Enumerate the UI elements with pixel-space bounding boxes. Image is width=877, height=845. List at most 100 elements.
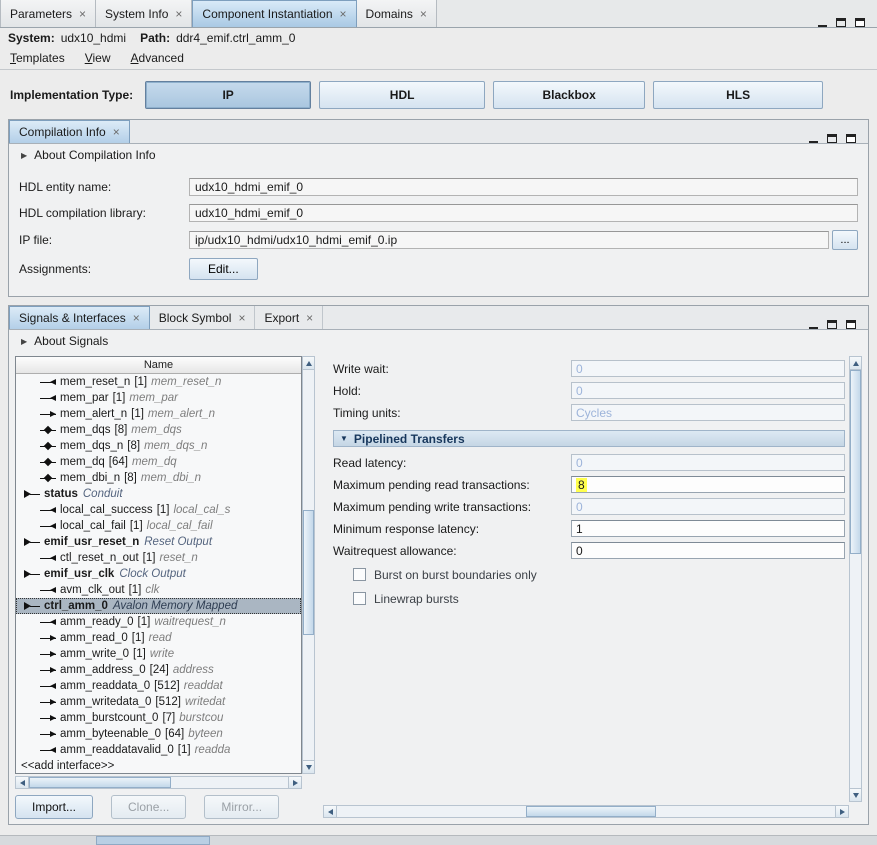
about-compilation-info-toggle[interactable]: ▶ About Compilation Info [9,144,868,166]
tab-export[interactable]: Export× [255,306,323,329]
maximum-pending-write-transactions-field[interactable]: 0 [571,498,845,515]
write-wait-field[interactable]: 0 [571,360,845,377]
import-button[interactable]: Import... [15,795,93,819]
scrollbar-track[interactable] [850,370,861,788]
tree-row-amm-byteenable-0[interactable]: amm_byteenable_0[64]byteen [16,726,301,742]
minimize-icon[interactable] [809,135,818,143]
maximum-pending-read-transactions-field[interactable]: 8 [571,476,845,493]
about-signals-toggle[interactable]: ▶ About Signals [9,330,868,352]
tab-component-instantiation[interactable]: Component Instantiation× [192,0,356,27]
tree-row-local-cal-success[interactable]: local_cal_success[1]local_cal_s [16,502,301,518]
tab-domains[interactable]: Domains× [357,0,437,27]
minimum-response-latency-field[interactable]: 1 [571,520,845,537]
minimize-icon[interactable] [818,19,827,27]
detach-icon[interactable] [836,18,846,27]
tab-system-info[interactable]: System Info× [96,0,192,27]
maximize-icon[interactable] [846,134,856,143]
scroll-up-button[interactable] [850,357,861,370]
timing-units-field[interactable]: Cycles [571,404,845,421]
scrollbar-track[interactable] [337,806,835,817]
browse-button[interactable]: ... [832,230,858,250]
maximize-icon[interactable] [855,18,865,27]
tab-close-icon[interactable]: × [113,126,120,138]
impl-type-ip-button[interactable]: IP [145,81,311,109]
tab-close-icon[interactable]: × [238,312,245,324]
burst-on-burst-boundaries-only-checkbox[interactable] [353,568,366,581]
waitrequest-allowance-field[interactable]: 0 [571,542,845,559]
maximize-icon[interactable] [846,320,856,329]
tree-add-interface-row[interactable]: <<add interface>> [16,758,301,773]
tree-row-status[interactable]: statusConduit [16,486,301,502]
menu-view[interactable]: View [85,51,111,65]
tree-row-mem-alert-n[interactable]: mem_alert_n[1]mem_alert_n [16,406,301,422]
tab-close-icon[interactable]: × [133,312,140,324]
tab-parameters[interactable]: Parameters× [0,0,96,27]
tree-name-column-header[interactable]: Name [16,357,301,374]
tree-row-mem-dq[interactable]: mem_dq[64]mem_dq [16,454,301,470]
tab-close-icon[interactable]: × [79,8,86,20]
tree-row-local-cal-fail[interactable]: local_cal_fail[1]local_cal_fail [16,518,301,534]
tree-row-mem-reset-n[interactable]: mem_reset_n[1]mem_reset_n [16,374,301,390]
tree-row-amm-readdatavalid-0[interactable]: amm_readdatavalid_0[1]readda [16,742,301,758]
edit-button[interactable]: Edit... [189,258,258,280]
outer-horizontal-scrollbar[interactable] [0,835,877,845]
tab-close-icon[interactable]: × [306,312,313,324]
tree-row-mem-dqs[interactable]: mem_dqs[8]mem_dqs [16,422,301,438]
tree-row-mem-dbi-n[interactable]: mem_dbi_n[8]mem_dbi_n [16,470,301,486]
tree-row-amm-burstcount-0[interactable]: amm_burstcount_0[7]burstcou [16,710,301,726]
scroll-down-button[interactable] [850,788,861,801]
tab-signals-interfaces[interactable]: Signals & Interfaces× [9,306,150,329]
impl-type-blackbox-button[interactable]: Blackbox [493,81,645,109]
tree-row-amm-read-0[interactable]: amm_read_0[1]read [16,630,301,646]
properties-vertical-scrollbar[interactable] [849,356,862,802]
tree-row-emif-usr-reset-n[interactable]: emif_usr_reset_nReset Output [16,534,301,550]
tree-horizontal-scrollbar[interactable] [15,776,302,789]
scrollbar-thumb[interactable] [96,836,210,845]
scroll-left-button[interactable] [324,806,337,817]
detach-icon[interactable] [827,134,837,143]
scroll-down-button[interactable] [303,760,314,773]
hdl-entity-name-field[interactable]: udx10_hdmi_emif_0 [189,178,858,196]
tree-row-mem-dqs-n[interactable]: mem_dqs_n[8]mem_dqs_n [16,438,301,454]
scrollbar-thumb[interactable] [303,510,314,635]
menu-templates[interactable]: Templates [10,51,65,65]
scroll-left-button[interactable] [16,777,29,788]
tree-row-emif-usr-clk[interactable]: emif_usr_clkClock Output [16,566,301,582]
scrollbar-track[interactable] [303,370,314,760]
tree-row-ctrl-amm-0[interactable]: ctrl_amm_0Avalon Memory Mapped [16,598,301,614]
linewrap-bursts-checkbox[interactable] [353,592,366,605]
tree-row-amm-write-0[interactable]: amm_write_0[1]write [16,646,301,662]
hold-field[interactable]: 0 [571,382,845,399]
impl-type-hls-button[interactable]: HLS [653,81,823,109]
ip-file-field[interactable]: ip/udx10_hdmi/udx10_hdmi_emif_0.ip [189,231,829,249]
section-pipelined-transfers[interactable]: ▼Pipelined Transfers [333,430,845,447]
tab-close-icon[interactable]: × [175,8,182,20]
tree-vertical-scrollbar[interactable] [302,356,315,774]
tab-compilation-info[interactable]: Compilation Info × [9,120,130,143]
scrollbar-thumb[interactable] [526,806,655,817]
tree-row-amm-readdata-0[interactable]: amm_readdata_0[512]readdat [16,678,301,694]
tree-row-mem-par[interactable]: mem_par[1]mem_par [16,390,301,406]
minimize-icon[interactable] [809,321,818,329]
hdl-compilation-library-field[interactable]: udx10_hdmi_emif_0 [189,204,858,222]
tab-close-icon[interactable]: × [340,8,347,20]
tree-row-amm-writedata-0[interactable]: amm_writedata_0[512]writedat [16,694,301,710]
tree-row-ctl-reset-n-out[interactable]: ctl_reset_n_out[1]reset_n [16,550,301,566]
menu-advanced[interactable]: Advanced [131,51,184,65]
scroll-right-button[interactable] [835,806,848,817]
impl-type-hdl-button[interactable]: HDL [319,81,485,109]
detach-icon[interactable] [827,320,837,329]
tree-row-amm-ready-0[interactable]: amm_ready_0[1]waitrequest_n [16,614,301,630]
scroll-right-button[interactable] [288,777,301,788]
read-latency-field[interactable]: 0 [571,454,845,471]
scroll-up-button[interactable] [303,357,314,370]
clone-button[interactable]: Clone... [111,795,186,819]
tree-row-avm-clk-out[interactable]: avm_clk_out[1]clk [16,582,301,598]
properties-horizontal-scrollbar[interactable] [323,805,849,818]
scrollbar-thumb[interactable] [29,777,171,788]
scrollbar-thumb[interactable] [850,370,861,554]
tree-row-amm-address-0[interactable]: amm_address_0[24]address [16,662,301,678]
scrollbar-track[interactable] [29,777,288,788]
mirror-button[interactable]: Mirror... [204,795,279,819]
tab-close-icon[interactable]: × [420,8,427,20]
